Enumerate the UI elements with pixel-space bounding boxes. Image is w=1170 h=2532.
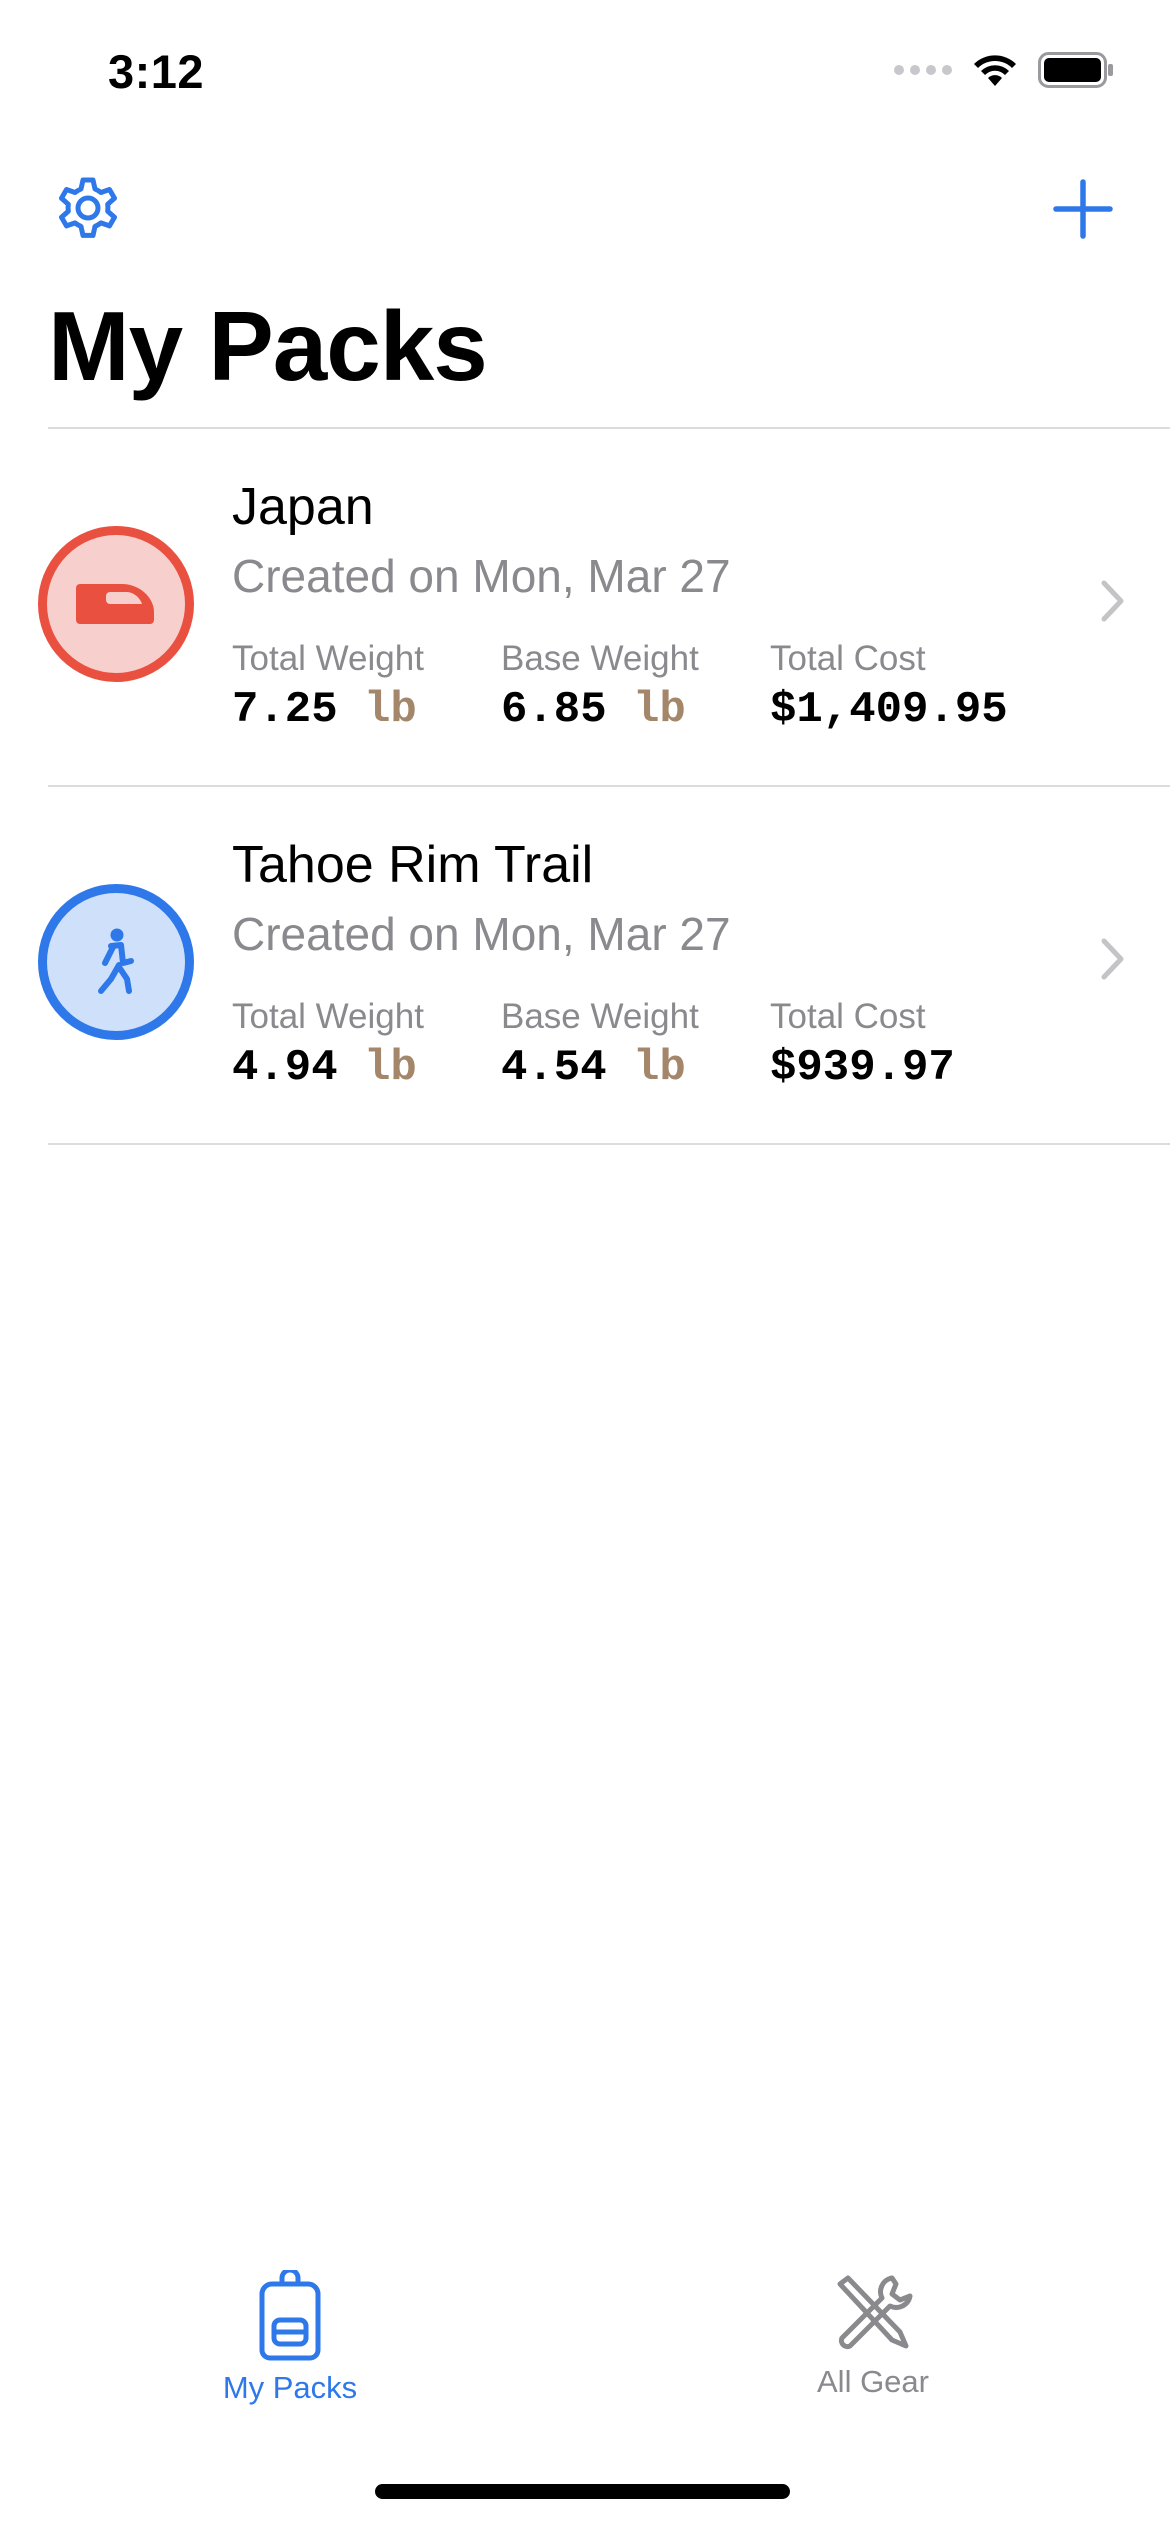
- train-icon: [76, 584, 154, 624]
- plus-icon: [1053, 179, 1113, 239]
- pack-created-date: Created on Mon, Mar 27: [232, 908, 731, 960]
- stat-label: Total Cost: [770, 997, 926, 1036]
- stat-label: Total Cost: [770, 639, 926, 678]
- stat-label: Base Weight: [501, 997, 699, 1036]
- total-cost: Total Cost $939.97: [770, 997, 955, 1093]
- total-weight: Total Weight 7.25 lb: [232, 639, 424, 735]
- status-time: 3:12: [108, 45, 205, 98]
- stat-label: Total Weight: [232, 639, 424, 678]
- tab-bar: My Packs All Gear: [0, 2270, 1170, 2430]
- total-weight-value: 7.25: [232, 685, 338, 735]
- pack-list: Japan Created on Mon, Mar 27 Total Weigh…: [38, 427, 1170, 1145]
- status-bar: 3:12: [0, 0, 1170, 140]
- navigation-bar: [0, 160, 1170, 260]
- cellular-signal-icon: [894, 65, 952, 75]
- tab-my-packs[interactable]: My Packs: [140, 2270, 440, 2406]
- total-weight-value: 4.94: [232, 1043, 338, 1093]
- battery-icon: [1038, 52, 1113, 88]
- chevron-right-icon: [1101, 938, 1124, 980]
- chevron-right-icon: [1101, 580, 1124, 622]
- base-weight: Base Weight 6.85 lb: [501, 639, 699, 735]
- total-cost-value: $939.97: [770, 1043, 955, 1093]
- stat-label: Base Weight: [501, 639, 699, 678]
- base-weight-value: 6.85: [501, 685, 607, 735]
- weight-unit: lb: [633, 1043, 686, 1093]
- add-pack-button[interactable]: [1048, 174, 1118, 244]
- total-weight: Total Weight 4.94 lb: [232, 997, 424, 1093]
- pack-row-japan[interactable]: Japan Created on Mon, Mar 27 Total Weigh…: [38, 429, 1170, 785]
- status-icons: [894, 52, 1114, 88]
- total-cost-value: $1,409.95: [770, 685, 1008, 735]
- hiker-icon: [98, 928, 134, 994]
- base-weight: Base Weight 4.54 lb: [501, 997, 699, 1093]
- tab-label: My Packs: [222, 2370, 358, 2405]
- weight-unit: lb: [633, 685, 686, 735]
- page-title: My Packs: [48, 291, 488, 401]
- backpack-icon: [259, 2270, 321, 2361]
- home-indicator: [375, 2484, 790, 2499]
- tab-all-gear[interactable]: All Gear: [723, 2270, 1023, 2400]
- pack-name: Tahoe Rim Trail: [232, 836, 594, 894]
- wifi-icon: [974, 55, 1016, 86]
- settings-button[interactable]: [50, 170, 126, 246]
- stat-label: Total Weight: [232, 997, 424, 1036]
- pack-name: Japan: [232, 478, 374, 536]
- tools-icon: [837, 2275, 913, 2350]
- tab-label: All Gear: [817, 2364, 929, 2399]
- base-weight-value: 4.54: [501, 1043, 607, 1093]
- total-cost: Total Cost $1,409.95: [770, 639, 1008, 735]
- weight-unit: lb: [364, 685, 417, 735]
- pack-avatar: [38, 884, 194, 1040]
- pack-created-date: Created on Mon, Mar 27: [232, 550, 731, 602]
- weight-unit: lb: [364, 1043, 417, 1093]
- pack-avatar: [38, 526, 194, 682]
- divider: [48, 1143, 1170, 1145]
- pack-row-tahoe-rim-trail[interactable]: Tahoe Rim Trail Created on Mon, Mar 27 T…: [38, 787, 1170, 1143]
- gear-icon: [59, 177, 117, 238]
